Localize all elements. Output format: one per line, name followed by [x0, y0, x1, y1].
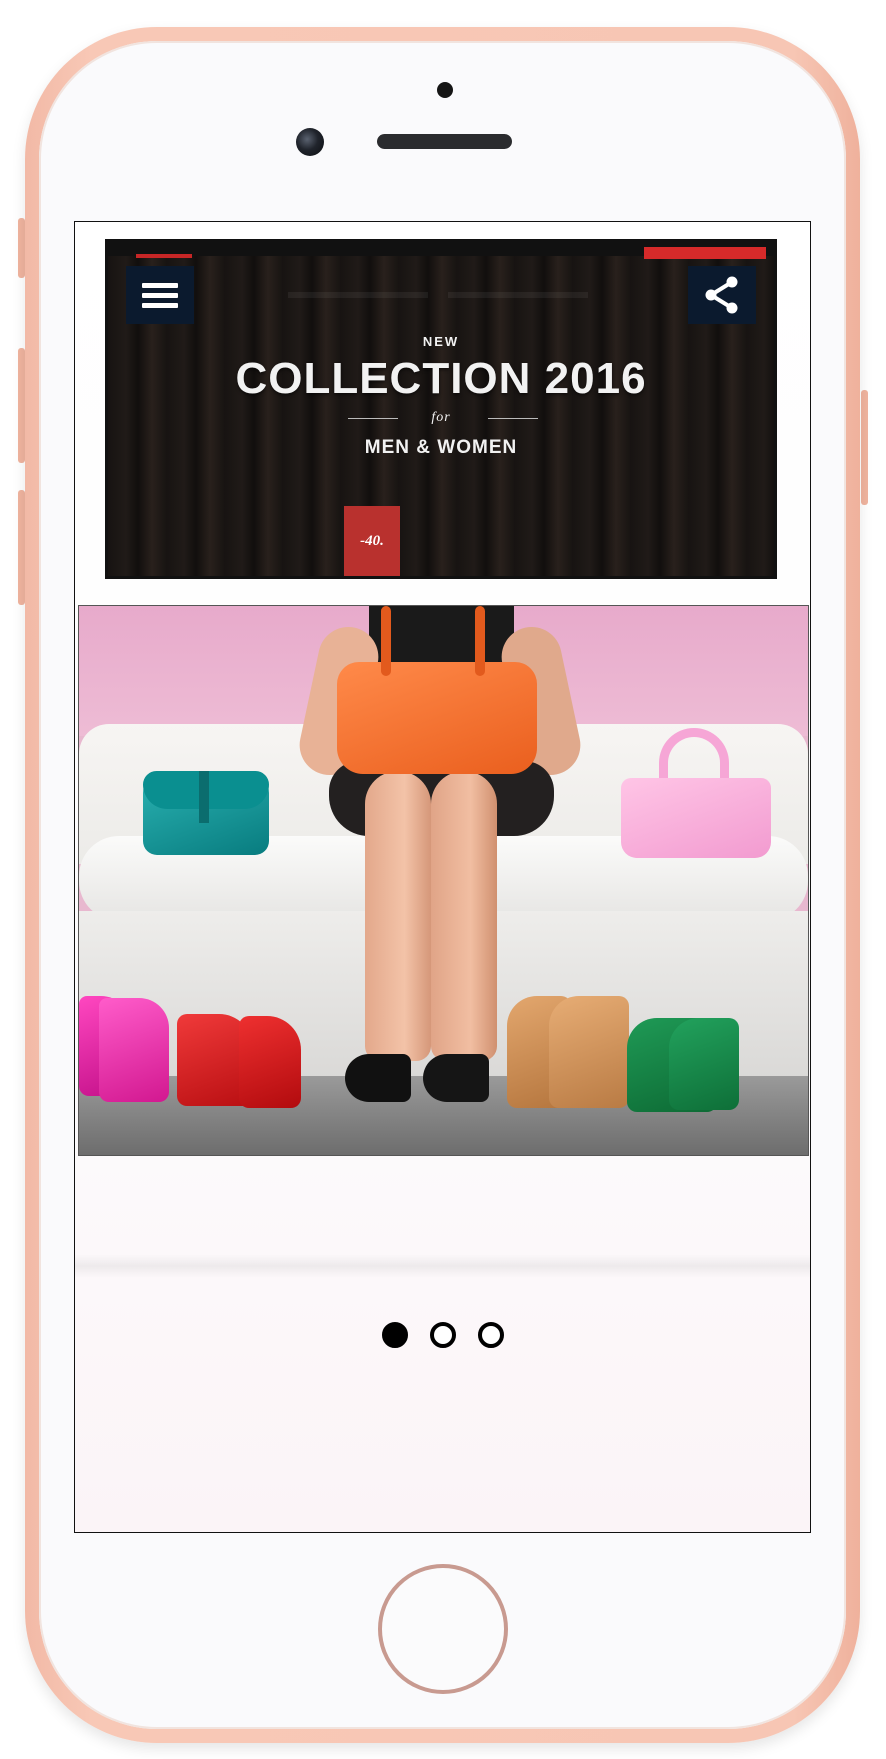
pink-handbag — [621, 728, 771, 858]
home-button[interactable] — [378, 1564, 508, 1694]
model-leg-right — [431, 771, 497, 1061]
carousel-dot-1[interactable] — [381, 1322, 408, 1348]
share-icon — [705, 276, 738, 314]
hamburger-menu-icon — [142, 278, 178, 313]
pink-heel — [99, 998, 169, 1102]
banner-red-accent-left — [136, 254, 192, 258]
banner-for-label: for — [431, 410, 451, 425]
black-heel-left — [345, 1054, 411, 1102]
banner-subtitle: MEN & WOMEN — [364, 437, 518, 458]
red-heel — [239, 1016, 301, 1108]
phone-volume-down-button — [18, 490, 25, 605]
menu-button[interactable] — [126, 266, 194, 324]
orange-handbag — [337, 606, 537, 774]
green-heel — [669, 1018, 739, 1110]
banner-title: COLLECTION 2016 — [235, 354, 647, 403]
device-mockup: NEW COLLECTION 2016 for MEN & WOMEN -40. — [0, 0, 886, 1759]
banner-divider-right — [488, 418, 538, 419]
model-leg-left — [365, 771, 431, 1061]
proximity-sensor — [437, 82, 453, 98]
earpiece-speaker — [377, 134, 512, 149]
app-screen: NEW COLLECTION 2016 for MEN & WOMEN -40. — [74, 221, 811, 1533]
teal-handbag — [143, 771, 269, 855]
banner-new-label: NEW — [422, 334, 460, 349]
front-camera — [296, 128, 324, 156]
tan-heel — [549, 996, 629, 1108]
carousel-shadow — [75, 1254, 810, 1278]
hero-photo[interactable] — [78, 605, 809, 1156]
clothing-rack-decoration — [448, 292, 588, 298]
carousel-indicator — [75, 1322, 810, 1348]
phone-volume-up-button — [18, 348, 25, 463]
carousel-dot-2[interactable] — [429, 1322, 456, 1348]
banner-red-accent — [644, 247, 766, 259]
carousel-dot-3[interactable] — [477, 1322, 504, 1348]
phone-power-button — [861, 390, 868, 505]
clothing-rack-decoration — [288, 292, 428, 298]
black-heel-right — [423, 1054, 489, 1102]
discount-tag: -40. — [344, 506, 400, 576]
collection-banner[interactable]: NEW COLLECTION 2016 for MEN & WOMEN -40. — [105, 239, 777, 579]
share-button[interactable] — [688, 266, 756, 324]
phone-mute-switch — [18, 218, 25, 278]
